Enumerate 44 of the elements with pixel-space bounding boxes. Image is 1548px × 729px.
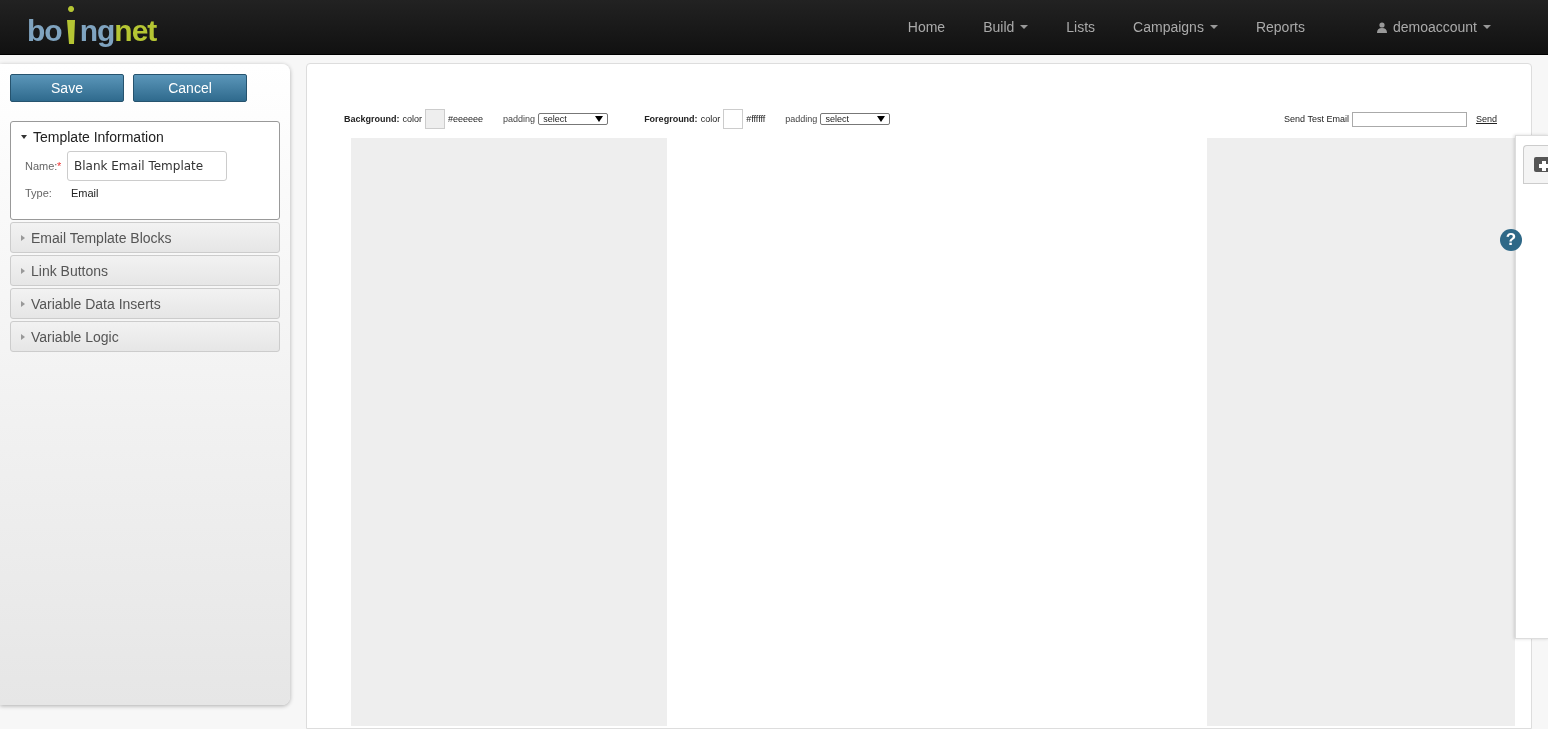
field-label: Type:	[25, 187, 53, 199]
action-button[interactable]: Cancel	[133, 74, 247, 102]
color-value: #eeeeee	[448, 114, 484, 124]
group-label: Background:	[344, 114, 400, 124]
color-value: #ffffff	[746, 114, 766, 124]
color-swatch[interactable]	[723, 109, 744, 129]
drawer-tab[interactable]	[1523, 145, 1548, 184]
required-mark: *	[57, 160, 63, 172]
nav-link[interactable]: Lists	[1047, 19, 1115, 35]
triangle-icon	[21, 333, 25, 340]
medical-case-icon	[1534, 154, 1548, 172]
triangle-icon	[21, 267, 25, 274]
section-header[interactable]: Email Template Blocks	[11, 223, 279, 252]
section-header[interactable]: Variable Logic	[11, 322, 279, 351]
field-label: Name:	[25, 160, 57, 172]
logo-text: bo	[27, 16, 62, 46]
test-email-label: Send Test Email	[1284, 114, 1349, 124]
color-label: color	[402, 114, 423, 124]
section-header[interactable]: Link Buttons	[11, 256, 279, 285]
padding-dropdown[interactable]: select	[538, 113, 609, 125]
logo-text: net	[114, 16, 157, 46]
nav-link[interactable]: Reports	[1236, 19, 1324, 35]
triangle-icon	[21, 134, 27, 139]
nav-link[interactable]: Build	[964, 19, 1048, 35]
section-header[interactable]: Template Information	[11, 122, 279, 151]
color-swatch[interactable]	[425, 109, 446, 129]
padding-label: padding	[785, 114, 818, 124]
color-label: color	[700, 114, 721, 124]
field-value: Email	[71, 187, 99, 199]
nav-link[interactable]: Home	[888, 19, 965, 35]
person-icon	[1376, 21, 1387, 33]
triangle-icon	[21, 234, 25, 241]
user-menu[interactable]: demoaccount	[1357, 19, 1510, 35]
padding-label: padding	[503, 114, 536, 124]
name-input-field[interactable]: Blank Email Template	[67, 151, 227, 181]
padding-dropdown[interactable]: select	[820, 113, 891, 125]
nav-link[interactable]: Campaigns	[1114, 19, 1237, 35]
logo-text: ng	[79, 16, 115, 46]
test-email-field[interactable]	[1351, 111, 1467, 127]
action-button[interactable]: Save	[10, 74, 124, 102]
group-label: Foreground:	[644, 114, 698, 124]
section-header[interactable]: Variable Data Inserts	[11, 289, 279, 318]
send-link[interactable]: Send	[1475, 114, 1497, 124]
triangle-icon	[21, 300, 25, 307]
